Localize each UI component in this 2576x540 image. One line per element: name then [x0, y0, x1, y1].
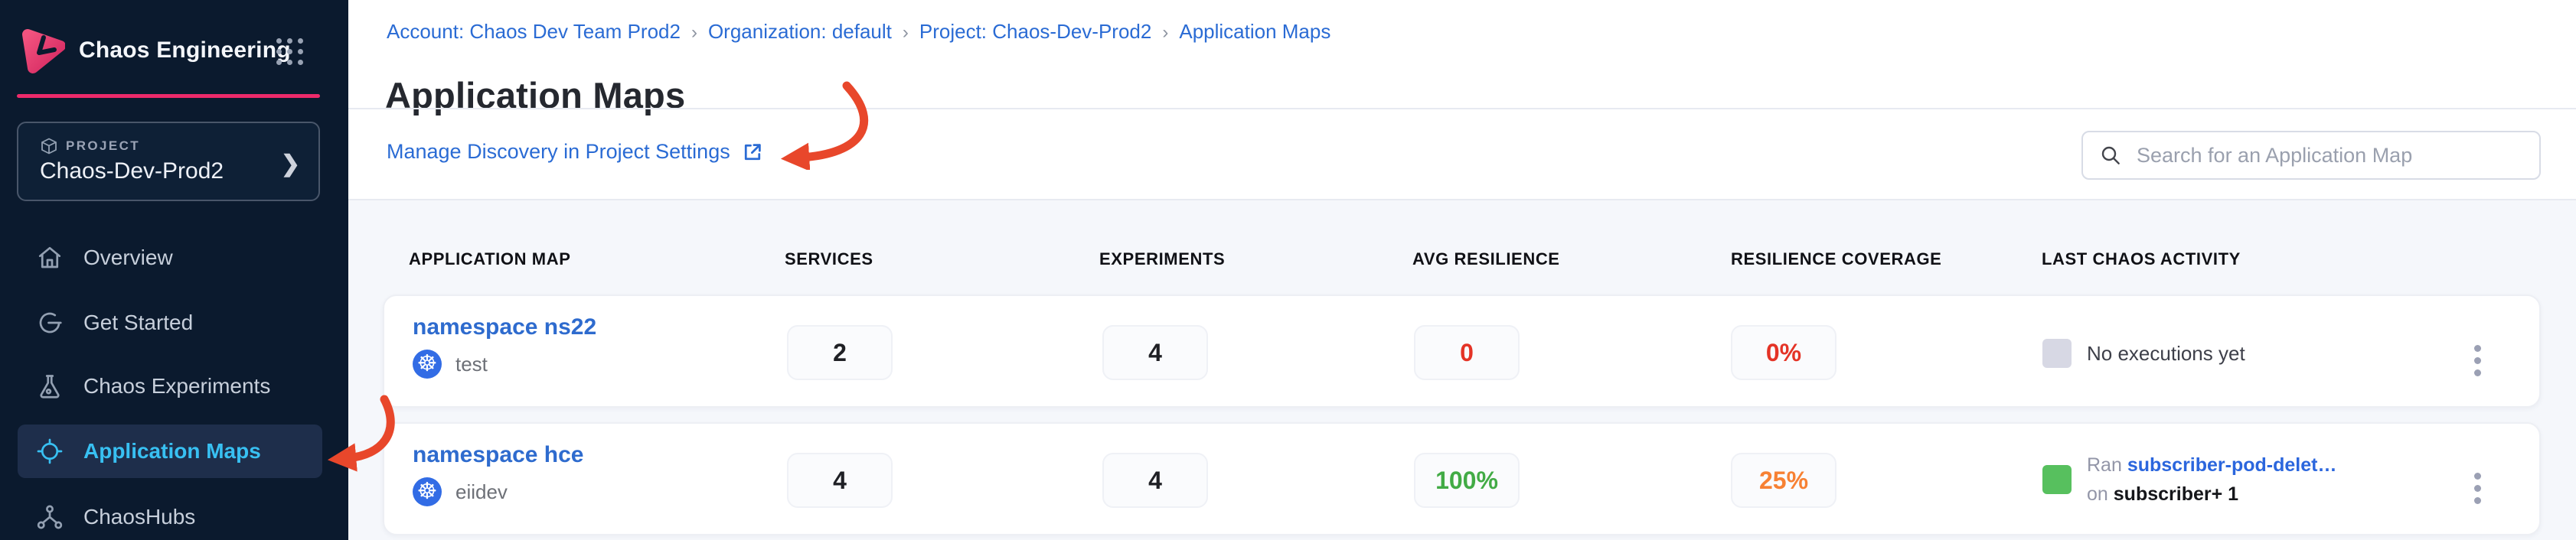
table-row[interactable]: namespace hce ☸ eiidev 4 4 100% 25% Ran …	[383, 422, 2541, 535]
column-header-last-chaos-activity: LAST CHAOS ACTIVITY	[2042, 249, 2241, 269]
get-started-icon	[36, 309, 64, 337]
breadcrumb-project-link[interactable]: Project: Chaos-Dev-Prod2	[919, 20, 1151, 43]
brand: Chaos Engineering	[21, 26, 291, 75]
kubernetes-icon: ☸	[413, 477, 442, 506]
chaos-engineering-app: Chaos Engineering PROJECT Chaos-Dev-Prod…	[0, 0, 2576, 540]
sidebar: Chaos Engineering PROJECT Chaos-Dev-Prod…	[0, 0, 348, 540]
avg-resilience-chip: 0	[1414, 325, 1520, 380]
manage-discovery-link[interactable]: Manage Discovery in Project Settings	[387, 140, 764, 164]
application-map-cell: namespace hce ☸ eiidev	[413, 442, 583, 506]
services-count-chip: 4	[787, 453, 893, 508]
hub-network-icon	[36, 503, 64, 531]
column-header-avg-resilience: AVG RESILIENCE	[1412, 249, 1560, 269]
application-map-cell: namespace ns22 ☸ test	[413, 314, 596, 379]
crosshair-icon	[36, 438, 64, 465]
breadcrumb-separator: ›	[903, 22, 909, 43]
infrastructure-label: eiidev	[455, 480, 508, 504]
services-count-chip: 2	[787, 325, 893, 380]
status-square-icon	[2042, 465, 2072, 494]
chevron-right-icon: ❯	[281, 151, 300, 177]
row-menu-button[interactable]	[2460, 464, 2494, 512]
kubernetes-icon: ☸	[413, 350, 442, 379]
sidebar-item-label: Get Started	[83, 311, 193, 335]
project-selector[interactable]: PROJECT Chaos-Dev-Prod2 ❯	[17, 122, 320, 201]
search-box	[2081, 131, 2541, 180]
flask-icon	[36, 372, 64, 400]
last-chaos-activity-cell: Ran subscriber-pod-delet… on subscriber+…	[2042, 451, 2336, 508]
main-content: Account: Chaos Dev Team Prod2 › Organizati…	[348, 0, 2576, 540]
sidebar-item-get-started[interactable]: Get Started	[18, 296, 322, 350]
brand-accent-rule	[17, 94, 320, 98]
experiments-count-chip: 4	[1102, 453, 1208, 508]
breadcrumb-separator: ›	[1162, 22, 1168, 43]
breadcrumb: Account: Chaos Dev Team Prod2 › Organizati…	[387, 20, 1330, 44]
status-square-icon	[2042, 339, 2072, 368]
services-count: 2	[833, 339, 847, 367]
avg-resilience-chip: 100%	[1414, 453, 1520, 508]
application-map-link[interactable]: namespace hce	[413, 442, 583, 467]
resilience-coverage-value: 0%	[1766, 339, 1801, 367]
activity-ran-label: Ran	[2087, 454, 2122, 476]
activity-on-label: on	[2087, 483, 2108, 505]
resilience-coverage-chip: 25%	[1731, 453, 1837, 508]
activity-text: No executions yet	[2087, 342, 2245, 366]
table-row[interactable]: namespace ns22 ☸ test 2 4 0 0% No execut…	[383, 294, 2541, 408]
column-header-experiments: EXPERIMENTS	[1099, 249, 1225, 269]
app-title: Chaos Engineering	[79, 37, 291, 63]
application-map-link[interactable]: namespace ns22	[413, 314, 596, 340]
avg-resilience-value: 100%	[1435, 467, 1498, 495]
external-link-icon	[741, 141, 764, 164]
infrastructure-label: test	[455, 353, 488, 376]
row-menu-button[interactable]	[2460, 336, 2494, 385]
last-chaos-activity-cell: No executions yet	[2042, 339, 2245, 368]
sidebar-item-label: Chaos Experiments	[83, 374, 270, 398]
cube-icon	[40, 137, 58, 155]
search-icon	[2098, 143, 2123, 168]
page-title: Application Maps	[385, 74, 685, 116]
sidebar-item-application-maps[interactable]: Application Maps	[18, 425, 322, 478]
experiment-link[interactable]: subscriber-pod-delet…	[2127, 454, 2337, 476]
experiments-count: 4	[1148, 467, 1162, 495]
search-input[interactable]	[2135, 143, 2524, 168]
breadcrumb-separator: ›	[691, 22, 697, 43]
harness-chaos-logo-icon	[21, 27, 65, 74]
sidebar-item-overview[interactable]: Overview	[18, 231, 322, 285]
project-label: PROJECT	[66, 138, 140, 154]
breadcrumb-account-link[interactable]: Account: Chaos Dev Team Prod2	[387, 20, 681, 43]
column-header-application-map: APPLICATION MAP	[409, 249, 570, 269]
avg-resilience-value: 0	[1460, 339, 1474, 367]
sidebar-item-label: ChaosHubs	[83, 505, 195, 529]
sidebar-item-chaos-experiments[interactable]: Chaos Experiments	[18, 359, 322, 413]
activity-target: subscriber+ 1	[2114, 483, 2238, 505]
sidebar-item-chaoshubs[interactable]: ChaosHubs	[18, 490, 322, 540]
module-grid-icon[interactable]	[276, 38, 307, 69]
resilience-coverage-chip: 0%	[1731, 325, 1837, 380]
experiments-count-chip: 4	[1102, 325, 1208, 380]
resilience-coverage-value: 25%	[1759, 467, 1808, 495]
breadcrumb-organization-link[interactable]: Organization: default	[708, 20, 892, 43]
manage-discovery-label: Manage Discovery in Project Settings	[387, 140, 730, 164]
home-icon	[36, 244, 64, 272]
project-name: Chaos-Dev-Prod2	[40, 158, 224, 184]
header-divider	[348, 108, 2576, 109]
experiments-count: 4	[1148, 339, 1162, 367]
column-header-resilience-coverage: RESILIENCE COVERAGE	[1731, 249, 1941, 269]
column-header-services: SERVICES	[785, 249, 873, 269]
sidebar-item-label: Overview	[83, 246, 173, 270]
services-count: 4	[833, 467, 847, 495]
breadcrumb-current-page[interactable]: Application Maps	[1179, 20, 1330, 43]
sidebar-item-label: Application Maps	[83, 439, 261, 464]
application-maps-table: APPLICATION MAP SERVICES EXPERIMENTS AVG…	[348, 200, 2576, 540]
